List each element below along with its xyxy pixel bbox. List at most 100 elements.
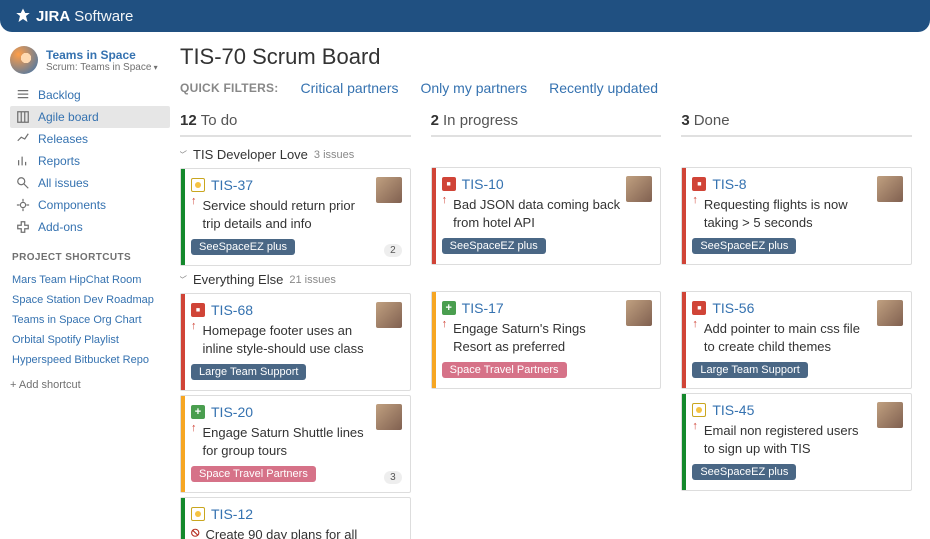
project-type: Scrum: Teams in Space: [46, 62, 158, 73]
issue-summary: Engage Saturn's Rings Resort as preferre…: [453, 320, 650, 355]
priority-icon: [191, 195, 199, 207]
shortcut-item[interactable]: Orbital Spotify Playlist: [10, 329, 170, 349]
issue-card[interactable]: TIS-10Bad JSON data coming back from hot…: [431, 167, 662, 265]
nav-agile-board[interactable]: Agile board: [10, 106, 170, 128]
swimlane-toggle[interactable]: ﹀TIS Developer Love3 issues: [180, 147, 411, 162]
card-stripe: [682, 168, 686, 264]
chevron-down-icon: ﹀: [180, 148, 187, 161]
card-stripe: [682, 292, 686, 388]
assignee-avatar[interactable]: [626, 300, 652, 326]
shortcut-item[interactable]: Mars Team HipChat Room: [10, 269, 170, 289]
assignee-avatar[interactable]: [877, 300, 903, 326]
priority-icon: [191, 422, 199, 434]
shortcuts-header: PROJECT SHORTCUTS: [12, 252, 170, 263]
issues-icon: [16, 176, 30, 190]
issue-type-icon: [191, 507, 205, 521]
priority-icon: [692, 420, 700, 432]
chevron-down-icon: ﹀: [180, 273, 187, 286]
board-icon: [16, 110, 30, 124]
epic-label[interactable]: SeeSpaceEZ plus: [692, 238, 796, 254]
card-stripe: [432, 168, 436, 264]
issue-card[interactable]: TIS-37Service should return prior trip d…: [180, 168, 411, 266]
column-todo: 12To do ﹀TIS Developer Love3 issues TIS-…: [180, 112, 411, 539]
issue-key[interactable]: TIS-37: [211, 177, 253, 193]
issue-key[interactable]: TIS-17: [462, 300, 504, 316]
issue-key[interactable]: TIS-45: [712, 402, 754, 418]
subtask-count-badge: 2: [384, 244, 402, 257]
epic-label[interactable]: SeeSpaceEZ plus: [191, 239, 295, 255]
epic-label[interactable]: Space Travel Partners: [442, 362, 567, 378]
issue-key[interactable]: TIS-10: [462, 176, 504, 192]
releases-icon: [16, 132, 30, 146]
issue-type-icon: [191, 178, 205, 192]
assignee-avatar[interactable]: [877, 402, 903, 428]
nav-components[interactable]: Components: [10, 194, 170, 216]
column-done: 3Done TIS-8 Requesting flights is now tak…: [681, 112, 912, 539]
issue-card[interactable]: TIS-8 Requesting flights is now taking > …: [681, 167, 912, 265]
column-in-progress: 2In progress TIS-10Bad JSON data coming …: [431, 112, 662, 539]
assignee-avatar[interactable]: [626, 176, 652, 202]
issue-key[interactable]: TIS-8: [712, 176, 746, 192]
issue-type-icon: [692, 177, 706, 191]
priority-icon: [692, 194, 700, 206]
sidebar: Teams in Space Scrum: Teams in Space Bac…: [0, 32, 170, 539]
priority-icon: [442, 194, 450, 206]
issue-type-icon: [191, 405, 205, 419]
filters-label: QUICK FILTERS:: [180, 81, 278, 95]
reports-icon: [16, 154, 30, 168]
issue-card[interactable]: TIS-56Add pointer to main css file to cr…: [681, 291, 912, 389]
filter-only-my-partners[interactable]: Only my partners: [421, 80, 528, 96]
column-header: 3Done: [681, 112, 912, 137]
assignee-avatar[interactable]: [376, 177, 402, 203]
priority-icon: [692, 318, 700, 330]
epic-label[interactable]: Space Travel Partners: [191, 466, 316, 482]
issue-card[interactable]: TIS-45Email non registered users to sign…: [681, 393, 912, 491]
quick-filters: QUICK FILTERS: Critical partners Only my…: [180, 80, 912, 104]
epic-label[interactable]: SeeSpaceEZ plus: [442, 238, 546, 254]
card-stripe: [432, 292, 436, 388]
topbar: JIRASoftware: [0, 0, 930, 32]
issue-key[interactable]: TIS-12: [211, 506, 253, 522]
issue-type-icon: [442, 177, 456, 191]
subtask-count-badge: 3: [384, 471, 402, 484]
issue-card[interactable]: TIS-68Homepage footer uses an inline sty…: [180, 293, 411, 391]
issue-key[interactable]: TIS-20: [211, 404, 253, 420]
addons-icon: [16, 220, 30, 234]
priority-icon: [442, 318, 450, 330]
issue-summary: Requesting flights is now taking > 5 sec…: [704, 196, 901, 231]
priority-icon: [191, 320, 199, 332]
issue-type-icon: [191, 303, 205, 317]
board-title: TIS-70 Scrum Board: [180, 44, 912, 70]
add-shortcut-button[interactable]: + Add shortcut: [10, 379, 170, 391]
shortcut-item[interactable]: Teams in Space Org Chart: [10, 309, 170, 329]
card-stripe: [181, 498, 185, 539]
column-header: 12To do: [180, 112, 411, 137]
project-switcher[interactable]: Teams in Space Scrum: Teams in Space: [10, 46, 170, 74]
issue-card[interactable]: TIS-12Create 90 day plans for all depart…: [180, 497, 411, 539]
jira-logo[interactable]: JIRASoftware: [14, 7, 133, 25]
nav-reports[interactable]: Reports: [10, 150, 170, 172]
nav-backlog[interactable]: Backlog: [10, 84, 170, 106]
filter-critical-partners[interactable]: Critical partners: [300, 80, 398, 96]
shortcut-item[interactable]: Space Station Dev Roadmap: [10, 289, 170, 309]
assignee-avatar[interactable]: [376, 404, 402, 430]
filter-recently-updated[interactable]: Recently updated: [549, 80, 658, 96]
epic-label[interactable]: Large Team Support: [692, 362, 807, 378]
nav-addons[interactable]: Add-ons: [10, 216, 170, 238]
shortcuts-list: Mars Team HipChat Room Space Station Dev…: [10, 269, 170, 369]
swimlane-toggle[interactable]: ﹀Everything Else21 issues: [180, 272, 411, 287]
assignee-avatar[interactable]: [877, 176, 903, 202]
issue-card[interactable]: TIS-17 Engage Saturn's Rings Resort as pr…: [431, 291, 662, 389]
issue-type-icon: [692, 403, 706, 417]
backlog-icon: [16, 88, 30, 102]
issue-key[interactable]: TIS-56: [712, 300, 754, 316]
issue-card[interactable]: TIS-20Engage Saturn Shuttle lines for gr…: [180, 395, 411, 493]
nav-all-issues[interactable]: All issues: [10, 172, 170, 194]
assignee-avatar[interactable]: [376, 302, 402, 328]
epic-label[interactable]: SeeSpaceEZ plus: [692, 464, 796, 480]
issue-key[interactable]: TIS-68: [211, 302, 253, 318]
nav-releases[interactable]: Releases: [10, 128, 170, 150]
epic-label[interactable]: Large Team Support: [191, 364, 306, 380]
shortcut-item[interactable]: Hyperspeed Bitbucket Repo: [10, 349, 170, 369]
priority-icon: [191, 524, 201, 539]
